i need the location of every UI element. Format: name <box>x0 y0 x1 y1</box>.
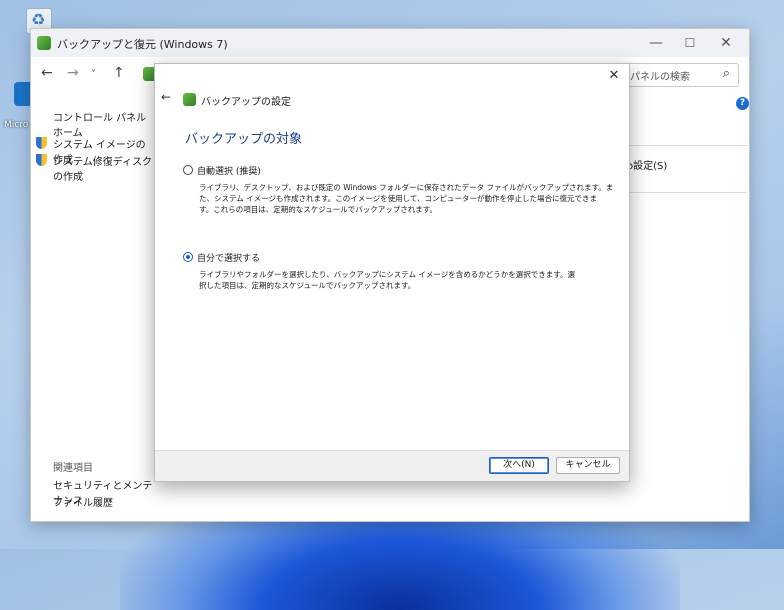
control-panel-home-link[interactable]: コントロール パネル ホーム <box>53 109 155 139</box>
description-line: ライブラリやフォルダーを選択したり、バックアップにシステム イメージを含めるかど… <box>199 270 575 279</box>
option-let-me-choose[interactable]: 自分で選択する ライブラリやフォルダーを選択したり、バックアップにシステム イメ… <box>183 251 623 301</box>
cancel-button[interactable]: キャンセル <box>556 457 620 474</box>
close-dialog-button[interactable]: ✕ <box>605 68 623 83</box>
create-repair-disc-link[interactable]: システム修復ディスクの作成 <box>53 153 155 183</box>
back-arrow-icon[interactable]: ← <box>41 65 53 81</box>
backup-settings-dialog: ✕ ← バックアップの設定 バックアップの対象 自動選択 (推奨) ライブラリ、… <box>154 63 630 482</box>
search-icon[interactable]: ⌕ <box>723 66 730 81</box>
close-window-button[interactable]: ✕ <box>711 33 741 53</box>
next-button[interactable]: 次へ(N) <box>489 457 549 474</box>
dialog-footer: 次へ(N) キャンセル <box>155 450 629 481</box>
up-arrow-icon[interactable]: ↑ <box>113 65 125 81</box>
edge-shortcut-label: Micro <box>4 120 29 130</box>
sidebar: コントロール パネル ホーム システム イメージの作成 システム修復ディスクの作… <box>31 93 155 521</box>
related-heading: 関連項目 <box>53 463 93 474</box>
auto-select-label[interactable]: 自動選択 (推奨) <box>197 164 261 177</box>
window-title: バックアップと復元 (Windows 7) <box>57 38 228 51</box>
description-line: 択した項目は、定期的なスケジュールでバックアップされます。 <box>199 281 416 290</box>
option-auto-select[interactable]: 自動選択 (推奨) ライブラリ、デスクトップ、および既定の Windows フォ… <box>183 164 623 224</box>
file-history-link[interactable]: ファイル履歴 <box>53 494 113 509</box>
recent-locations-chevron-icon[interactable]: ˅ <box>91 69 96 80</box>
uac-shield-icon <box>36 154 47 166</box>
help-icon[interactable]: ? <box>736 97 749 110</box>
search-placeholder: パネルの検索 <box>630 72 690 83</box>
maximize-button[interactable]: ☐ <box>675 33 705 53</box>
auto-select-radio[interactable] <box>183 165 193 175</box>
divider <box>627 192 747 193</box>
description-line: ライブラリ、デスクトップ、および既定の Windows フォルダーに保存されたデ… <box>199 183 614 192</box>
search-input[interactable]: パネルの検索 ⌕ <box>613 63 739 87</box>
backup-app-icon <box>183 93 196 106</box>
page-title: バックアップの対象 <box>185 132 303 147</box>
auto-select-description: ライブラリ、デスクトップ、および既定の Windows フォルダーに保存されたデ… <box>199 182 619 215</box>
let-me-choose-radio[interactable] <box>183 252 193 262</box>
description-line: す。これらの項目は、定期的なスケジュールでバックアップされます。 <box>199 205 437 214</box>
divider <box>627 145 747 146</box>
dialog-title: バックアップの設定 <box>201 97 291 108</box>
minimize-button[interactable]: — <box>641 33 671 53</box>
let-me-choose-description: ライブラリやフォルダーを選択したり、バックアップにシステム イメージを含めるかど… <box>199 269 619 291</box>
change-settings-link[interactable]: o設定(S) <box>627 157 667 172</box>
back-arrow-icon[interactable]: ← <box>161 90 171 104</box>
backup-app-icon <box>37 36 51 50</box>
description-line: た、システム イメージも作成されます。このイメージを使用して、コンピューターが動… <box>199 194 598 203</box>
uac-shield-icon <box>36 137 47 149</box>
let-me-choose-label[interactable]: 自分で選択する <box>197 251 260 264</box>
title-bar[interactable]: バックアップと復元 (Windows 7) — ☐ ✕ <box>31 29 749 57</box>
forward-arrow-icon[interactable]: → <box>67 65 79 81</box>
